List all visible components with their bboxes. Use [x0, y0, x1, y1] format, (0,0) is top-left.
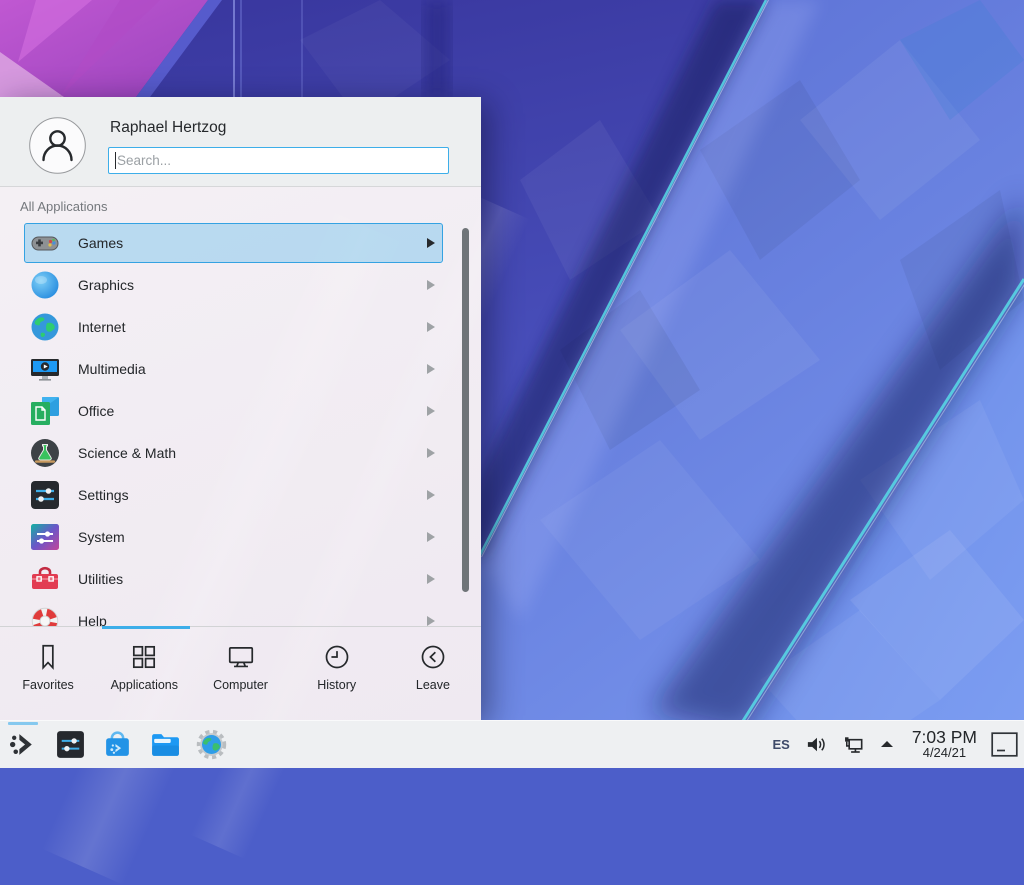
category-row-office[interactable]: Office — [0, 390, 481, 432]
text-caret — [115, 152, 116, 169]
discover-bag-icon — [102, 729, 133, 760]
submenu-arrow-icon — [427, 280, 435, 290]
category-label: System — [78, 529, 125, 545]
tab-computer[interactable]: Computer — [192, 629, 288, 720]
category-label: Utilities — [78, 571, 123, 587]
submenu-arrow-icon — [427, 532, 435, 542]
submenu-arrow-icon — [427, 364, 435, 374]
submenu-arrow-icon — [427, 574, 435, 584]
category-label: Internet — [78, 319, 125, 335]
digital-clock[interactable]: 7:03 PM 4/24/21 — [912, 728, 977, 760]
clock-date: 4/24/21 — [912, 746, 977, 760]
clock-time: 7:03 PM — [912, 728, 977, 746]
discover-button[interactable] — [102, 729, 133, 760]
taskbar-launchers — [8, 720, 227, 768]
globe-gear-icon — [196, 729, 227, 760]
category-row-graphics[interactable]: Graphics — [0, 264, 481, 306]
file-manager-button[interactable] — [149, 729, 180, 760]
tab-label: History — [317, 678, 356, 692]
category-label: Science & Math — [78, 445, 176, 461]
category-row-internet[interactable]: Internet — [0, 306, 481, 348]
user-name: Raphael Hertzog — [110, 119, 226, 137]
category-row-science-math[interactable]: Science & Math — [0, 432, 481, 474]
computer-icon — [226, 642, 256, 672]
category-row-settings[interactable]: Settings — [0, 474, 481, 516]
category-label: Games — [78, 235, 123, 251]
leave-icon — [418, 642, 448, 672]
submenu-arrow-icon — [427, 322, 435, 332]
tab-label: Applications — [111, 678, 178, 692]
category-row-games[interactable]: Games — [0, 222, 481, 264]
submenu-arrow-icon — [427, 238, 435, 248]
category-row-utilities[interactable]: Utilities — [0, 558, 481, 600]
bookmark-icon — [33, 642, 63, 672]
search-input[interactable] — [108, 147, 449, 174]
settings-sliders-icon — [29, 479, 61, 511]
tab-history[interactable]: History — [289, 629, 385, 720]
keyboard-layout-indicator[interactable]: ES — [772, 737, 789, 752]
wired-network-icon[interactable] — [841, 732, 866, 757]
category-row-multimedia[interactable]: Multimedia — [0, 348, 481, 390]
kde-launcher-icon — [8, 729, 39, 760]
launcher-header: Raphael Hertzog — [0, 97, 481, 187]
list-scrollbar[interactable] — [462, 228, 469, 592]
tab-favorites[interactable]: Favorites — [0, 629, 96, 720]
launcher-tabbar: Favorites Applications Computer History — [0, 629, 481, 720]
system-sliders-icon — [29, 521, 61, 553]
tab-label: Favorites — [22, 678, 73, 692]
category-label: Help — [78, 613, 107, 626]
submenu-arrow-icon — [427, 448, 435, 458]
submenu-arrow-icon — [427, 406, 435, 416]
submenu-arrow-icon — [427, 616, 435, 626]
expand-tray-caret-icon[interactable] — [879, 738, 895, 750]
show-desktop-button[interactable] — [991, 732, 1018, 757]
globe-icon — [29, 311, 61, 343]
tab-applications[interactable]: Applications — [96, 629, 192, 720]
monitor-play-icon — [29, 353, 61, 385]
application-category-list: Games Graphics Internet — [0, 222, 481, 626]
toolbox-icon — [29, 563, 61, 595]
category-row-help[interactable]: Help — [0, 600, 481, 626]
tabbar-separator — [0, 626, 481, 627]
category-label: Office — [78, 403, 114, 419]
search-field-wrap — [108, 147, 449, 174]
clock-icon — [322, 642, 352, 672]
tab-leave[interactable]: Leave — [385, 629, 481, 720]
active-task-indicator — [8, 722, 38, 725]
lifebuoy-icon — [29, 605, 61, 626]
volume-icon[interactable] — [805, 733, 828, 756]
category-label: Graphics — [78, 277, 134, 293]
folder-icon — [149, 729, 180, 760]
system-tray: ES 7:03 PM 4/24/21 — [772, 720, 1018, 768]
web-browser-button[interactable] — [196, 729, 227, 760]
documents-icon — [29, 395, 61, 427]
section-label: All Applications — [20, 199, 107, 214]
application-launcher-button[interactable] — [8, 729, 39, 760]
submenu-arrow-icon — [427, 490, 435, 500]
category-row-system[interactable]: System — [0, 516, 481, 558]
system-settings-icon — [55, 729, 86, 760]
flask-icon — [29, 437, 61, 469]
tab-label: Leave — [416, 678, 450, 692]
system-settings-button[interactable] — [55, 729, 86, 760]
category-label: Settings — [78, 487, 129, 503]
application-launcher-menu: Raphael Hertzog All Applications Games — [0, 97, 481, 720]
user-avatar[interactable] — [29, 117, 86, 174]
paint-sphere-icon — [29, 269, 61, 301]
taskbar-panel: ES 7:03 PM 4/24/21 — [0, 720, 1024, 768]
tab-label: Computer — [213, 678, 268, 692]
category-label: Multimedia — [78, 361, 146, 377]
grid-icon — [129, 642, 159, 672]
gamepad-icon — [29, 227, 61, 259]
